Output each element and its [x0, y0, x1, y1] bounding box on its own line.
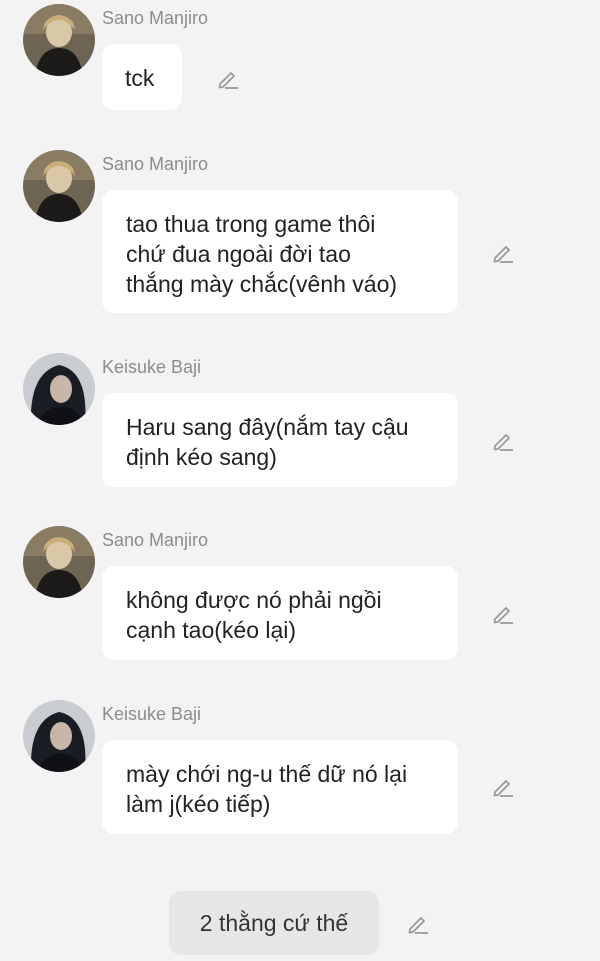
- message-text-line: mày chới ng-u thế dữ nó lại: [126, 761, 408, 787]
- message-bubble[interactable]: Haru sang đây(nắm tay cậu định kéo sang): [102, 393, 458, 487]
- sano-avatar[interactable]: [23, 526, 95, 598]
- message-text-line: Haru sang đây(nắm tay cậu: [126, 414, 409, 440]
- sender-name: Keisuke Baji: [102, 704, 202, 724]
- pencil-edit-icon[interactable]: [490, 601, 516, 627]
- pencil-edit-icon[interactable]: [490, 240, 516, 266]
- baji-avatar[interactable]: [23, 353, 95, 425]
- message-bubble[interactable]: mày chới ng-u thế dữ nó lại làm j(kéo ti…: [102, 740, 458, 834]
- pencil-edit-icon[interactable]: [215, 66, 241, 92]
- pencil-edit-icon[interactable]: [490, 428, 516, 454]
- message-text: tck: [125, 65, 155, 91]
- message-text-line: thắng mày chắc(vênh váo): [126, 271, 398, 297]
- own-message-text: 2 thằng cứ thế: [199, 909, 349, 936]
- message-bubble[interactable]: tao thua trong game thôi chứ đua ngoài đ…: [102, 190, 458, 313]
- message-bubble[interactable]: tck: [102, 44, 182, 110]
- message-bubble[interactable]: không được nó phải ngồi cạnh tao(kéo lại…: [102, 566, 458, 660]
- pencil-edit-icon[interactable]: [490, 774, 516, 800]
- message-text-line: định kéo sang): [126, 444, 277, 470]
- sender-name: Sano Manjiro: [102, 8, 209, 28]
- sender-name: Sano Manjiro: [102, 154, 209, 174]
- pencil-edit-icon[interactable]: [405, 911, 431, 937]
- message-text-line: không được nó phải ngồi: [126, 587, 382, 613]
- sender-name: Keisuke Baji: [102, 357, 202, 377]
- sender-name: Sano Manjiro: [102, 530, 209, 550]
- sano-avatar[interactable]: [23, 4, 95, 76]
- baji-avatar[interactable]: [23, 700, 95, 772]
- message-text-line: tao thua trong game thôi: [126, 211, 376, 237]
- message-text-line: chứ đua ngoài đời tao: [126, 241, 351, 267]
- message-text-line: cạnh tao(kéo lại): [126, 617, 297, 643]
- message-text-line: làm j(kéo tiếp): [126, 791, 271, 817]
- sano-avatar[interactable]: [23, 150, 95, 222]
- own-message-bubble[interactable]: 2 thằng cứ thế: [169, 891, 379, 955]
